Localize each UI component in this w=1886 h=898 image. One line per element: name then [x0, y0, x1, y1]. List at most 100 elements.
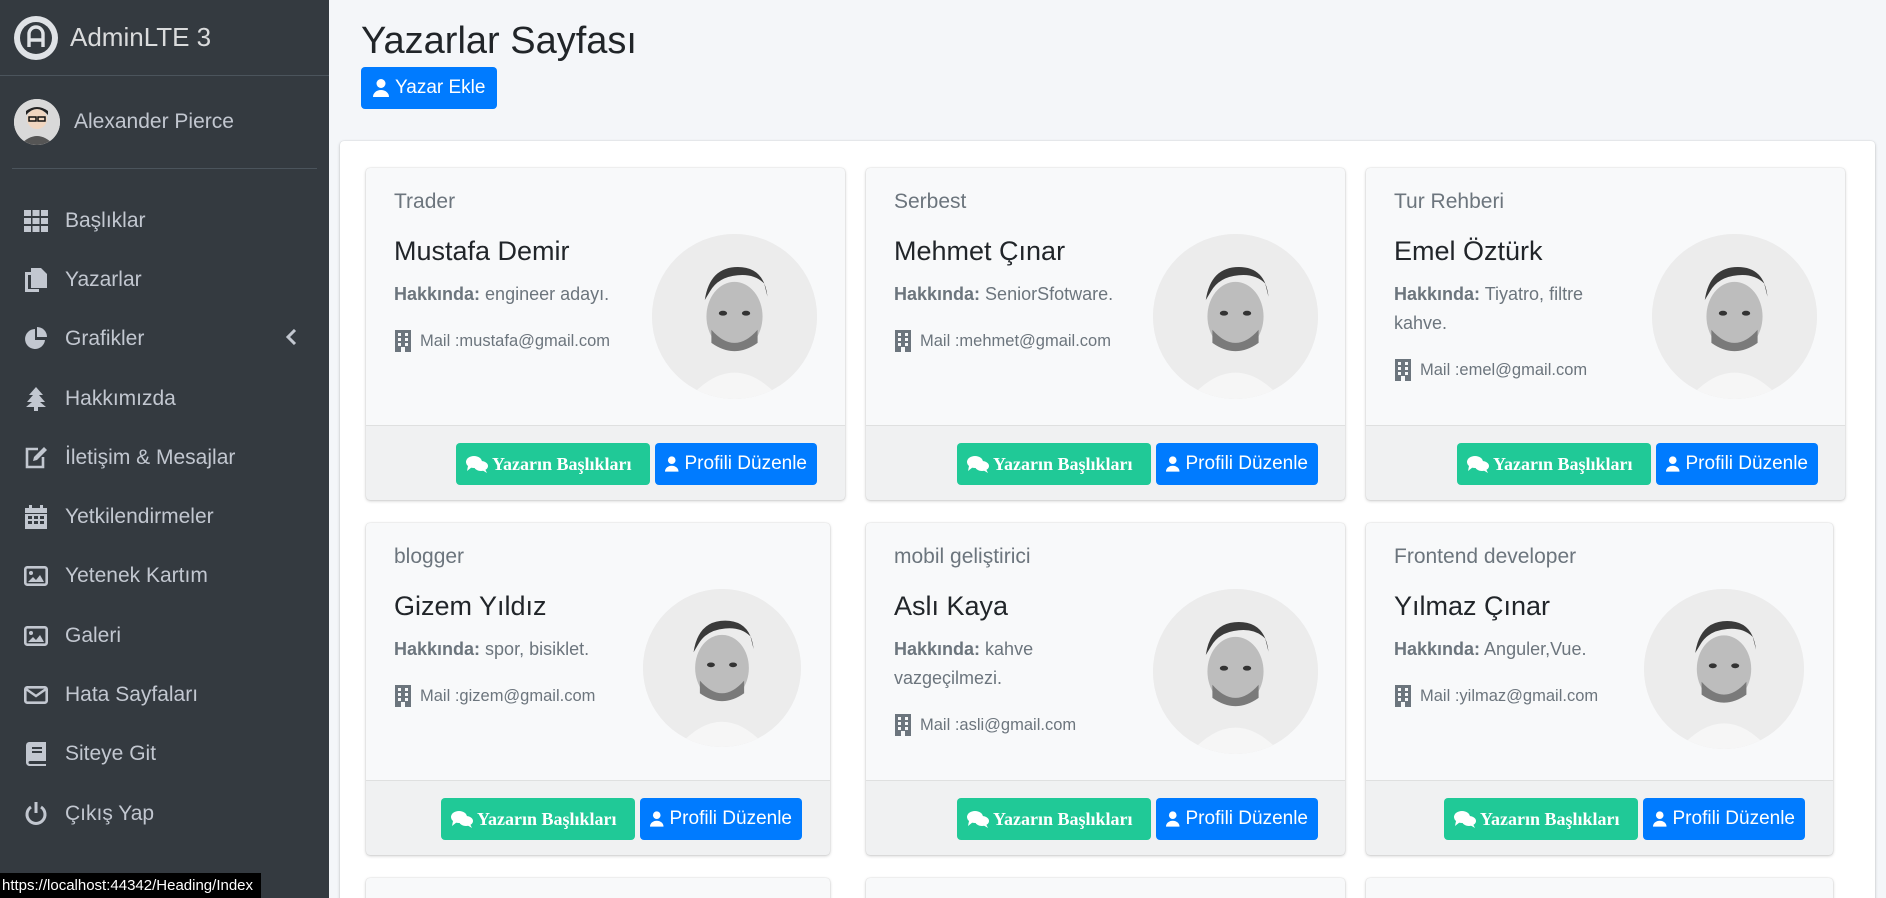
author-card: Tur Rehberi Emel Öztürk Hakkında: Tiyatr…	[1366, 168, 1845, 500]
mail-address: mehmet@gmail.com	[959, 331, 1111, 350]
author-photo	[1644, 589, 1804, 749]
author-headings-button[interactable]: Yazarın Başlıkları	[456, 443, 650, 485]
author-headings-label: Yazarın Başlıkları	[492, 453, 632, 474]
mail-address: emel@gmail.com	[1459, 360, 1588, 379]
author-card: blogger Gizem Yıldız Hakkında: spor, bis…	[366, 523, 830, 855]
mail-address: asli@gmail.com	[959, 715, 1077, 734]
author-role: blogger	[394, 545, 465, 568]
edit-profile-label: Profili Düzenle	[1685, 453, 1809, 474]
user-icon	[1666, 456, 1680, 472]
sidebar-item-label: İletişim & Mesajlar	[65, 445, 236, 469]
sidebar-item-label: Hakkımızda	[65, 386, 176, 410]
sidebar-item-label: Galeri	[65, 623, 122, 647]
sidebar-item-iletisim[interactable]: İletişim & Mesajlar	[0, 428, 329, 487]
power-icon	[23, 801, 49, 827]
author-mail: Mail : yilmaz@gmail.com	[1394, 685, 1598, 707]
mail-prefix: Mail :	[1420, 686, 1460, 705]
edit-profile-label: Profili Düzenle	[1672, 808, 1796, 829]
author-role: Tur Rehberi	[1394, 190, 1505, 213]
add-author-button[interactable]: Yazar Ekle	[361, 67, 498, 109]
author-role: Serbest	[894, 190, 967, 213]
author-card-partial	[1366, 878, 1833, 898]
author-card-partial	[366, 878, 830, 898]
user-icon	[650, 811, 664, 827]
brand-link[interactable]: AdminLTE 3	[0, 0, 329, 76]
sidebar-item-siteye-git[interactable]: Siteye Git	[0, 725, 329, 784]
author-headings-button[interactable]: Yazarın Başlıkları	[957, 798, 1151, 840]
user-icon	[665, 456, 679, 472]
author-card: mobil geliştirici Aslı Kaya Hakkında: ka…	[866, 523, 1345, 855]
sidebar-item-label: Başlıklar	[65, 208, 146, 232]
chevron-left-icon[interactable]	[285, 328, 297, 351]
add-author-label: Yazar Ekle	[395, 77, 486, 98]
user-icon	[1166, 456, 1180, 472]
author-headings-label: Yazarın Başlıkları	[993, 808, 1133, 829]
sidebar-item-basliklar[interactable]: Başlıklar	[0, 191, 329, 250]
mail-prefix: Mail :	[420, 686, 460, 705]
building-icon	[1395, 685, 1411, 707]
comments-icon	[1454, 811, 1476, 828]
edit-profile-label: Profili Düzenle	[684, 453, 808, 474]
user-avatar	[14, 99, 60, 145]
comments-icon	[451, 811, 473, 828]
page-title: Yazarlar Sayfası	[361, 20, 637, 62]
mail-prefix: Mail :	[1420, 360, 1460, 379]
edit-profile-button[interactable]: Profili Düzenle	[1156, 798, 1318, 840]
comments-icon	[1467, 456, 1489, 473]
about-text: SeniorSfotware.	[985, 284, 1114, 304]
edit-profile-button[interactable]: Profili Düzenle	[1656, 443, 1818, 485]
envelope-icon	[23, 682, 49, 708]
sidebar-item-label: Çıkış Yap	[65, 801, 155, 825]
sidebar-item-grafikler[interactable]: Grafikler	[0, 310, 329, 369]
edit-profile-button[interactable]: Profili Düzenle	[1156, 443, 1318, 485]
author-mail: Mail : mehmet@gmail.com	[894, 330, 1111, 352]
author-headings-button[interactable]: Yazarın Başlıkları	[1457, 443, 1651, 485]
edit-profile-label: Profili Düzenle	[1185, 808, 1309, 829]
calendar-icon	[23, 504, 49, 530]
mail-address: gizem@gmail.com	[459, 686, 596, 705]
author-name: Gizem Yıldız	[394, 591, 547, 621]
author-card: Trader Mustafa Demir Hakkında: engineer …	[366, 168, 845, 500]
author-name: Mehmet Çınar	[894, 236, 1066, 266]
author-card: Frontend developer Yılmaz Çınar Hakkında…	[1366, 523, 1833, 855]
building-icon	[1395, 359, 1411, 381]
sidebar-item-yetenek-kartim[interactable]: Yetenek Kartım	[0, 547, 329, 606]
author-headings-label: Yazarın Başlıkları	[1480, 808, 1620, 829]
author-photo	[1153, 589, 1318, 754]
image-icon	[23, 623, 49, 649]
comments-icon	[967, 811, 989, 828]
sidebar-item-cikis-yap[interactable]: Çıkış Yap	[0, 784, 329, 843]
author-headings-button[interactable]: Yazarın Başlıkları	[1444, 798, 1638, 840]
building-icon	[895, 330, 911, 352]
tree-icon	[23, 386, 49, 412]
about-label: Hakkında:	[394, 639, 481, 659]
edit-profile-button[interactable]: Profili Düzenle	[1643, 798, 1805, 840]
sidebar-item-label: Yetenek Kartım	[65, 564, 208, 588]
author-headings-button[interactable]: Yazarın Başlıkları	[441, 798, 635, 840]
edit-profile-button[interactable]: Profili Düzenle	[640, 798, 802, 840]
book-icon	[23, 741, 49, 767]
about-text: spor, bisiklet.	[485, 639, 590, 659]
author-headings-label: Yazarın Başlıkları	[1493, 453, 1633, 474]
image-icon	[23, 563, 49, 589]
sidebar-item-yazarlar[interactable]: Yazarlar	[0, 250, 329, 309]
brand-title: AdminLTE 3	[70, 22, 212, 52]
edit-icon	[23, 445, 49, 471]
author-headings-button[interactable]: Yazarın Başlıkları	[957, 443, 1151, 485]
pie-chart-icon	[23, 326, 49, 352]
about-text: engineer adayı.	[485, 284, 610, 304]
author-about: Hakkında: Anguler,Vue.	[1394, 635, 1624, 664]
sidebar-item-yetkilendirmeler[interactable]: Yetkilendirmeler	[0, 487, 329, 546]
card-footer: Yazarın Başlıkları Profili Düzenle	[366, 425, 845, 500]
author-card: Serbest Mehmet Çınar Hakkında: SeniorSfo…	[866, 168, 1345, 500]
user-panel[interactable]: Alexander Pierce	[12, 76, 317, 169]
about-label: Hakkında:	[1394, 284, 1481, 304]
sidebar-item-galeri[interactable]: Galeri	[0, 606, 329, 665]
sidebar-item-label: Hata Sayfaları	[65, 683, 199, 707]
edit-profile-label: Profili Düzenle	[1185, 453, 1309, 474]
edit-profile-button[interactable]: Profili Düzenle	[655, 443, 817, 485]
sidebar-item-hata-sayfalari[interactable]: Hata Sayfaları	[0, 665, 329, 724]
sidebar-item-hakkimizda[interactable]: Hakkımızda	[0, 369, 329, 428]
building-icon	[395, 330, 411, 352]
card-footer: Yazarın Başlıkları Profili Düzenle	[866, 425, 1345, 500]
